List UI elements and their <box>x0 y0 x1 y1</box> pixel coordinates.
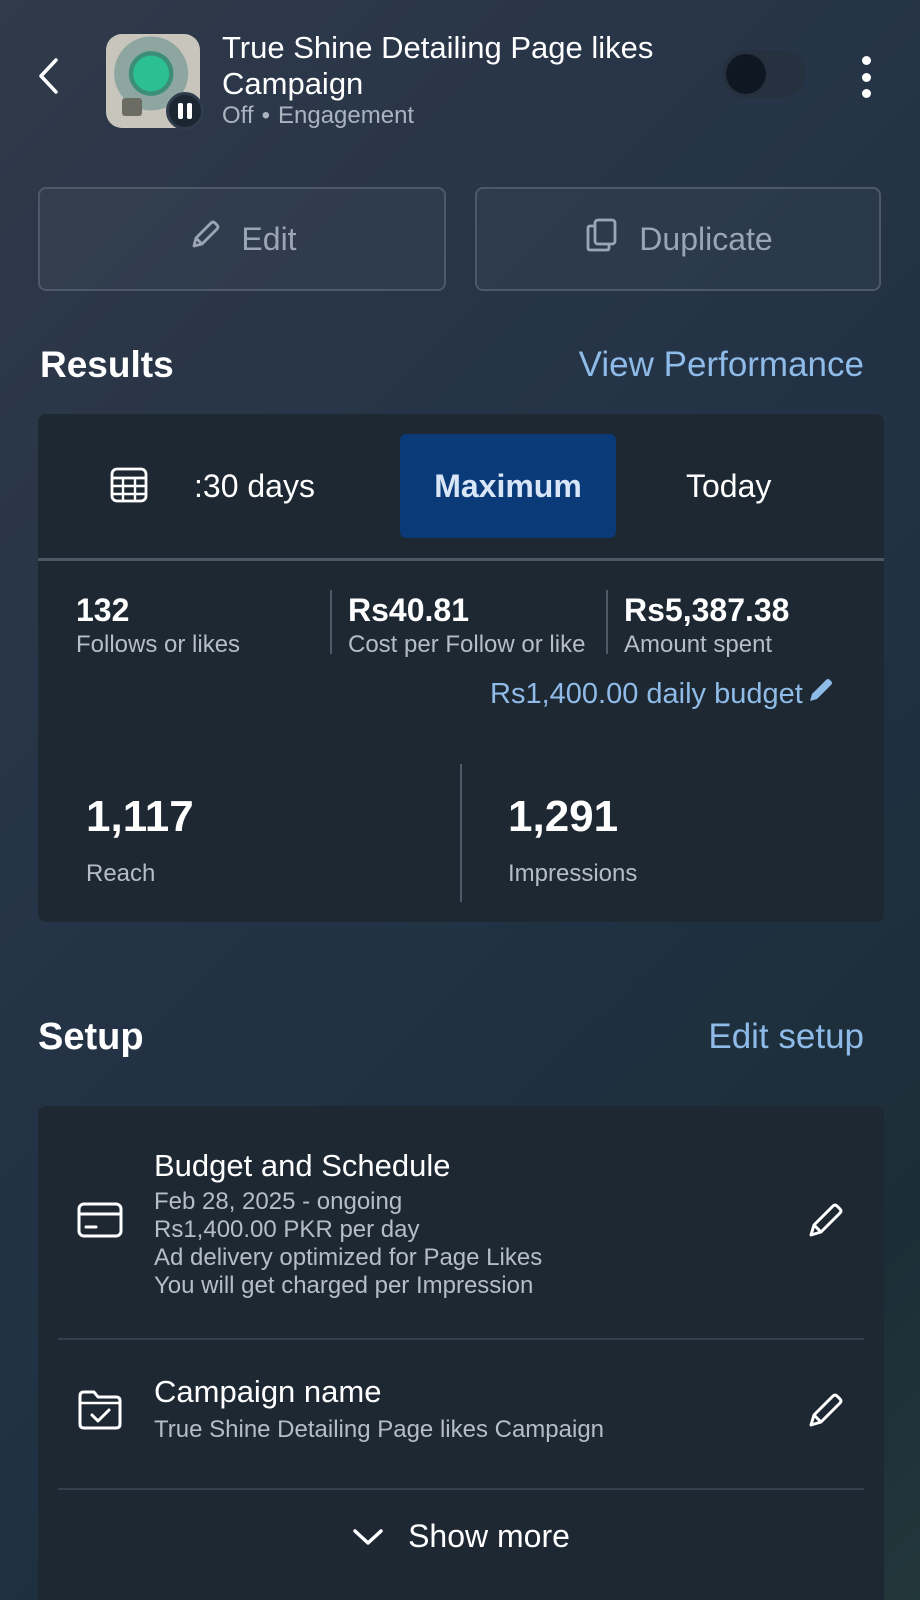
metric-divider <box>330 590 332 654</box>
reach-value: 1,117 <box>86 792 194 841</box>
campaign-objective: Engagement <box>277 102 415 129</box>
edit-button[interactable]: Edit <box>38 187 446 291</box>
reach-label: Reach <box>86 860 156 887</box>
metric-label: Amount spent <box>624 631 773 658</box>
range-today[interactable]: Today <box>686 468 771 505</box>
campaign-toggle[interactable] <box>722 50 806 98</box>
edit-campaign-name-icon[interactable] <box>806 1392 844 1430</box>
folder-check-icon <box>76 1388 124 1437</box>
metric-label: Cost per Follow or like <box>348 631 586 658</box>
impressions-value: 1,291 <box>508 792 619 841</box>
schedule-dates: Feb 28, 2025 - ongoing <box>154 1188 403 1215</box>
campaign-status: Off <box>222 102 254 129</box>
metric-value: Rs40.81 <box>348 592 469 628</box>
charge-type: You will get charged per Impression <box>154 1272 534 1299</box>
delivery-optimization: Ad delivery optimized for Page Likes <box>154 1244 543 1271</box>
row-divider <box>58 1488 864 1490</box>
setup-card: Budget and Schedule Feb 28, 2025 - ongoi… <box>38 1106 884 1600</box>
metric-value: Rs5,387.38 <box>624 592 790 628</box>
results-heading: Results <box>40 344 174 385</box>
chevron-down-icon <box>352 1518 384 1555</box>
row-divider <box>58 1338 864 1340</box>
more-options-icon[interactable] <box>858 56 874 98</box>
pencil-filled-icon <box>807 676 835 712</box>
show-more-button[interactable]: Show more <box>38 1518 884 1555</box>
campaign-title: True Shine Detailing Page likes Campaign <box>222 30 654 101</box>
duplicate-button[interactable]: Duplicate <box>475 187 881 291</box>
duplicate-button-label: Duplicate <box>639 220 773 257</box>
edit-setup-link[interactable]: Edit setup <box>708 1017 864 1057</box>
edit-budget-icon[interactable] <box>806 1202 844 1240</box>
range-divider <box>38 558 884 561</box>
impressions-label: Impressions <box>508 860 638 887</box>
daily-budget-label: Rs1,400.00 daily budget <box>490 677 803 710</box>
metric-follows: 132 Follows or likes <box>76 592 240 660</box>
back-icon[interactable] <box>36 56 62 96</box>
view-performance-link[interactable]: View Performance <box>579 345 864 385</box>
campaign-subtitle: Off • Engagement <box>222 102 414 130</box>
metric-reach: 1,117 Reach <box>86 792 194 888</box>
budget-amount: Rs1,400.00 PKR per day <box>154 1216 420 1243</box>
subtitle-separator: • <box>261 102 270 129</box>
metric-label: Follows or likes <box>76 631 241 658</box>
show-more-label: Show more <box>408 1518 570 1554</box>
range-30-days[interactable]: :30 days <box>194 468 315 505</box>
results-card: :30 days Maximum Today 132 Follows or li… <box>38 414 884 922</box>
metric-amount-spent: Rs5,387.38 Amount spent <box>624 592 789 660</box>
metric-divider <box>460 764 462 902</box>
daily-budget-link[interactable]: Rs1,400.00 daily budget <box>490 676 835 712</box>
metric-cost-per-result: Rs40.81 Cost per Follow or like <box>348 592 585 660</box>
pause-icon <box>166 92 204 130</box>
credit-card-icon <box>76 1200 124 1245</box>
metric-value: 132 <box>76 592 130 628</box>
campaign-name-value: True Shine Detailing Page likes Campaign <box>154 1416 605 1443</box>
metric-divider <box>606 590 608 654</box>
campaign-name-title: Campaign name <box>154 1374 382 1409</box>
metric-impressions: 1,291 Impressions <box>508 792 637 888</box>
toggle-knob <box>726 54 766 94</box>
date-range-selector: :30 days Maximum Today <box>38 414 884 560</box>
duplicate-icon <box>583 216 621 262</box>
pencil-icon <box>187 217 223 261</box>
budget-schedule-title: Budget and Schedule <box>154 1148 451 1183</box>
edit-button-label: Edit <box>241 220 297 257</box>
setup-heading: Setup <box>38 1016 144 1058</box>
range-maximum[interactable]: Maximum <box>400 434 616 538</box>
calendar-icon[interactable] <box>110 466 148 504</box>
